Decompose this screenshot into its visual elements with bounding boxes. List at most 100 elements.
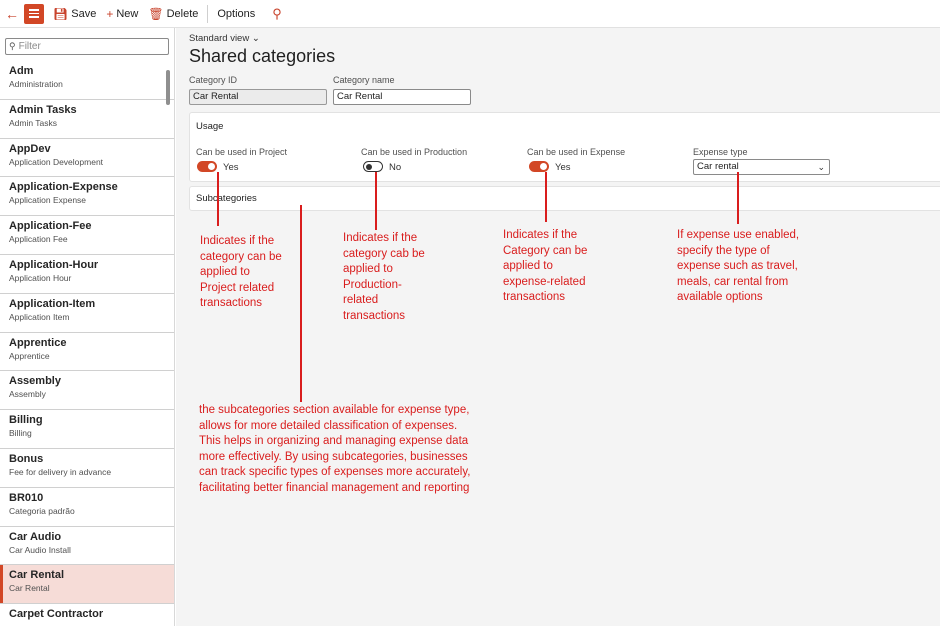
- list-item-title: BR010: [9, 491, 44, 504]
- category-list-pane: ⚲ Filter Adm Administration Admin Tasks Adm…: [0, 28, 175, 626]
- list-item-subtitle: Application Development: [9, 156, 104, 167]
- filter-placeholder: Filter: [18, 41, 41, 52]
- list-item-subtitle: Fee for delivery in advance: [9, 466, 112, 477]
- list-item-subtitle: Admin Tasks: [9, 117, 58, 128]
- project-toggle-value: Yes: [223, 162, 239, 173]
- expense-toggle-value: Yes: [555, 162, 571, 173]
- list-item-subtitle: Administration: [9, 79, 63, 89]
- search-icon: ⚲: [9, 41, 16, 51]
- list-item-subtitle: Application Hour: [9, 272, 72, 283]
- annotation-expense: Indicates if the Category can be applied…: [503, 229, 588, 303]
- list-item-title: Carpet Contractor: [9, 608, 104, 621]
- chevron-down-icon: ⌄: [251, 33, 260, 44]
- chevron-down-icon: ⌄: [817, 162, 825, 172]
- production-toggle-value: No: [389, 162, 402, 173]
- list-item[interactable]: Billing Billing: [0, 410, 174, 449]
- annotation-subcategories: the subcategories section available for …: [199, 404, 471, 494]
- production-toggle[interactable]: [363, 161, 383, 172]
- options-button[interactable]: Options: [212, 0, 260, 28]
- details-pane: Standard view ⌄ Shared categories Catego…: [176, 28, 940, 626]
- list-item[interactable]: Assembly Assembly: [0, 371, 174, 411]
- category-id-field[interactable]: Car Rental: [189, 89, 327, 105]
- list-item-title: Adm: [9, 65, 34, 77]
- back-arrow-icon[interactable]: ←: [0, 0, 24, 28]
- annotation-project: Indicates if the category can be applied…: [200, 235, 282, 309]
- annotation-pointer-expense: [545, 172, 547, 222]
- list-item-title: Application-Hour: [9, 258, 99, 271]
- plus-icon: +: [106, 6, 114, 21]
- options-label: Options: [217, 7, 256, 20]
- list-item-title: Car Audio: [9, 530, 62, 543]
- category-id-label: Category ID: [189, 75, 238, 85]
- filter-input[interactable]: ⚲ Filter: [5, 38, 169, 55]
- list-item[interactable]: Apprentice Apprentice: [0, 333, 174, 372]
- expense-type-value: Car rental: [697, 161, 739, 172]
- list-item[interactable]: Admin Tasks Admin Tasks: [0, 100, 174, 139]
- expense-toggle-label: Can be used in Expense: [527, 147, 626, 157]
- action-pane: ← 💾︎ Save + New 🗑︎ Delete Options ⚲: [0, 0, 940, 28]
- list-item[interactable]: Application-Expense Application Expense: [0, 177, 174, 217]
- list-item-title: Admin Tasks: [9, 103, 77, 116]
- list-item[interactable]: Adm Administration: [0, 61, 174, 100]
- list-item-subtitle: Apprentice: [9, 350, 50, 361]
- save-button[interactable]: 💾︎ Save: [48, 0, 101, 28]
- annotation-pointer-subcategories: [300, 205, 302, 402]
- category-name-label: Category name: [333, 75, 395, 85]
- hamburger-menu-icon[interactable]: [24, 3, 44, 24]
- new-button[interactable]: + New: [101, 0, 143, 28]
- annotation-expense-type: If expense use enabled, specify the type…: [677, 229, 800, 303]
- list-item-title: Application-Expense: [9, 181, 118, 194]
- annotation-pointer-production: [375, 172, 377, 230]
- project-toggle-label: Can be used in Project: [196, 147, 288, 157]
- toolbar-divider: [207, 4, 209, 23]
- list-item[interactable]: Application-Fee Application Fee: [0, 216, 174, 255]
- category-name-field[interactable]: Car Rental: [333, 89, 471, 105]
- usage-header[interactable]: Usage: [196, 121, 223, 132]
- annotation-pointer-project: [217, 172, 219, 226]
- annotation-production: Indicates if the category cab be applied…: [343, 232, 425, 322]
- list-item-subtitle: Application Item: [9, 311, 70, 322]
- list-item-subtitle: Assembly: [9, 389, 46, 400]
- subcategories-header[interactable]: Subcategories: [196, 193, 257, 204]
- list-item-title: Assembly: [9, 375, 61, 388]
- expense-toggle[interactable]: [529, 161, 549, 172]
- scrollbar-thumb[interactable]: [166, 70, 170, 105]
- expense-type-dropdown[interactable]: Car rental ⌄: [693, 159, 830, 175]
- list-item-subtitle: Billing: [9, 428, 32, 439]
- list-item-subtitle: Application Fee: [9, 234, 68, 245]
- page-title: Shared categories: [189, 46, 336, 66]
- annotation-pointer-expense-type: [737, 172, 739, 224]
- list-item[interactable]: Application-Item Application Item: [0, 294, 174, 333]
- search-icon[interactable]: ⚲: [260, 6, 282, 22]
- list-item[interactable]: Application-Hour Application Hour: [0, 255, 174, 294]
- list-item-subtitle: Application Expense: [9, 195, 87, 206]
- list-item[interactable]: BR010 Categoria padrão: [0, 488, 174, 527]
- list-item-title: AppDev: [9, 142, 51, 155]
- save-label: Save: [71, 7, 97, 20]
- list-item-title: Application-Item: [9, 297, 96, 310]
- trash-icon: 🗑︎: [148, 6, 164, 21]
- list-item[interactable]: Car Rental Car Rental: [0, 565, 174, 605]
- usage-section: Usage Can be used in Project Yes Can be …: [189, 112, 940, 182]
- list-item-title: Billing: [9, 414, 43, 427]
- production-toggle-label: Can be used in Production: [361, 147, 468, 157]
- view-label: Standard view: [189, 33, 250, 44]
- delete-label: Delete: [166, 7, 199, 20]
- list-item[interactable]: AppDev Application Development: [0, 139, 174, 178]
- list-item-subtitle: Categoria padrão: [9, 505, 75, 516]
- list-item[interactable]: Car Audio Car Audio Install: [0, 527, 174, 566]
- list-item-title: Car Rental: [9, 569, 65, 582]
- category-list: Adm Administration Admin Tasks Admin Tasks A…: [0, 61, 174, 626]
- save-icon: 💾︎: [53, 6, 69, 21]
- list-item-subtitle: Car Audio Install: [9, 544, 71, 555]
- list-item-subtitle: Car Rental: [9, 583, 50, 594]
- list-item[interactable]: Carpet Contractor: [0, 604, 174, 626]
- expense-type-label: Expense type: [693, 147, 748, 157]
- list-item[interactable]: Bonus Fee for delivery in advance: [0, 449, 174, 488]
- view-selector[interactable]: Standard view ⌄: [189, 33, 260, 44]
- list-item-title: Bonus: [9, 452, 44, 465]
- new-label: New: [116, 7, 139, 20]
- project-toggle[interactable]: [197, 161, 217, 172]
- list-item-title: Application-Fee: [9, 220, 92, 233]
- delete-button[interactable]: 🗑︎ Delete: [143, 0, 203, 28]
